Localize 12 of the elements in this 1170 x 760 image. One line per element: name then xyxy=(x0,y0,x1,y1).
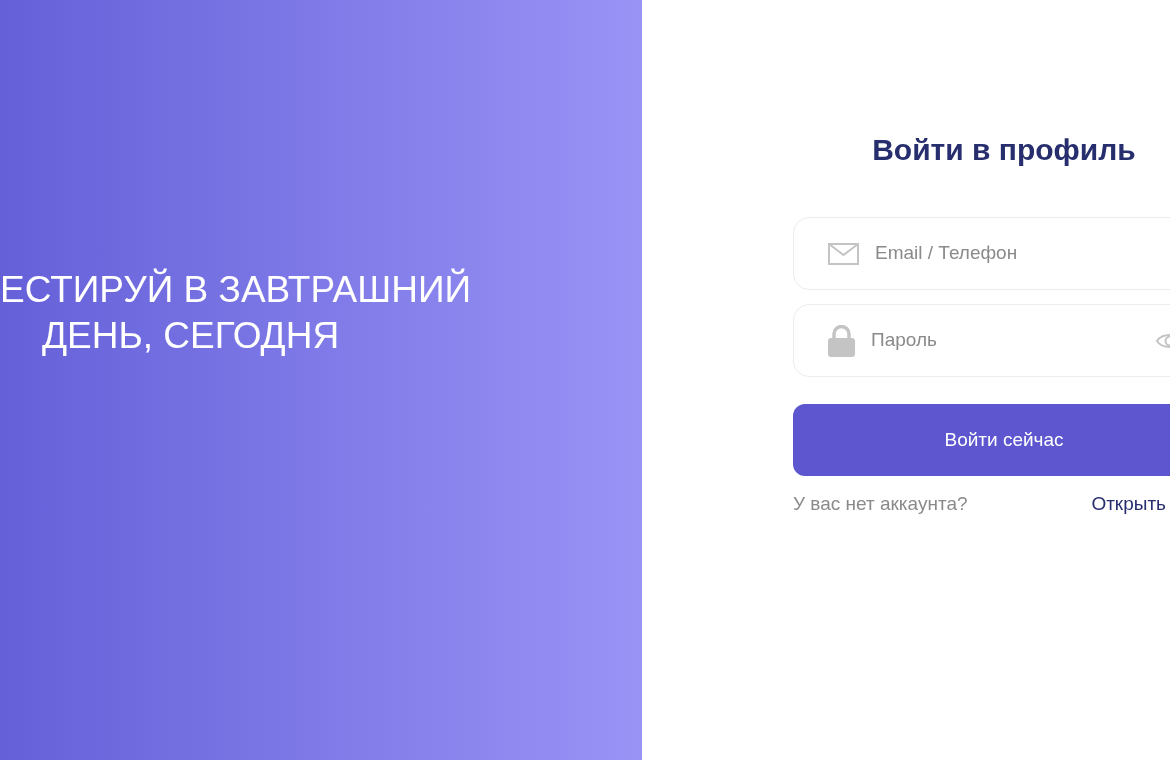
email-field[interactable]: Email / Телефон xyxy=(793,217,1170,290)
form-title: Войти в профиль xyxy=(871,132,1137,168)
hero-heading: ЕСТИРУЙ В ЗАВТРАШНИЙ xyxy=(0,267,472,312)
password-field[interactable]: Пароль xyxy=(793,304,1170,377)
email-input[interactable]: Email / Телефон xyxy=(875,239,1170,268)
no-account-text: У вас нет аккаунта? xyxy=(793,492,968,516)
hero-heading: ДЕНЬ, СЕГОДНЯ xyxy=(42,314,340,358)
open-account-link[interactable]: Открыть xyxy=(1091,490,1166,519)
lock-icon xyxy=(828,324,855,357)
password-input[interactable]: Пароль xyxy=(871,326,1140,355)
login-button[interactable]: Войти сейчас xyxy=(793,404,1170,476)
mail-icon xyxy=(828,242,859,265)
